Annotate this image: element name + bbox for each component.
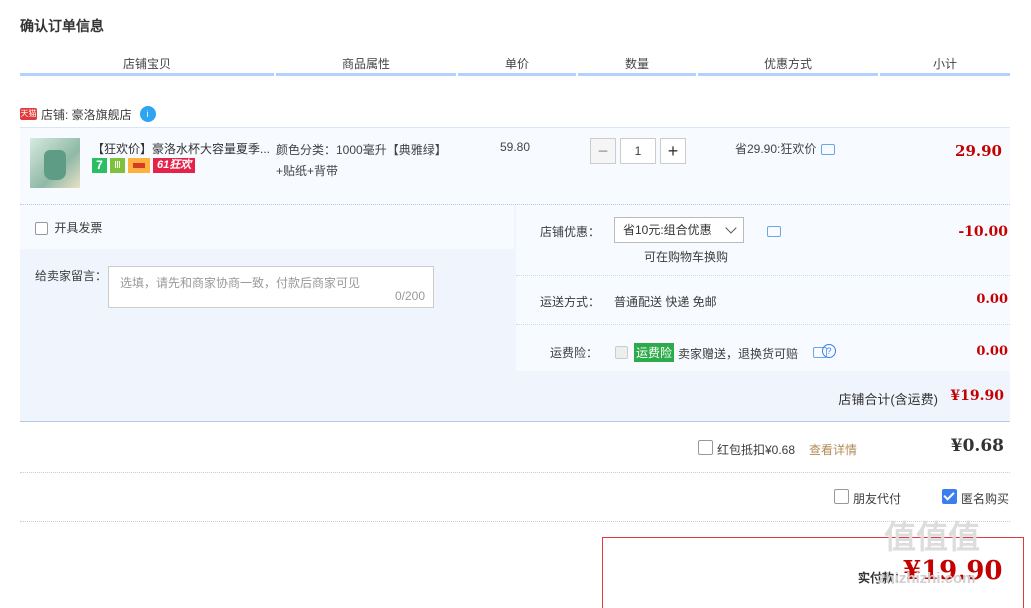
col-qty: 数量 — [578, 55, 696, 76]
redpacket-label: 红包抵扣¥0.68 — [717, 443, 796, 457]
tmall-icon: 天猫 — [20, 108, 37, 120]
page-title: 确认订单信息 — [20, 18, 104, 34]
message-icon[interactable] — [821, 144, 836, 156]
invoice-option[interactable]: 开具发票 — [35, 219, 102, 236]
service-badges: 7 Ⅲ 61狂欢 — [92, 158, 196, 173]
discount-select[interactable]: 省10元:组合优惠 — [614, 217, 744, 243]
redpacket-checkbox[interactable] — [698, 440, 713, 455]
insurance-row: 运费险： 运费险 卖家赠送，退换货可赔 ? 0.00 — [516, 325, 1010, 371]
table-header: 店铺宝贝 商品属性 单价 数量 优惠方式 小计 — [20, 55, 1010, 76]
redpacket-detail-link[interactable]: 查看详情 — [809, 441, 857, 458]
chevron-down-icon — [725, 222, 737, 234]
shipping-value: 普通配送 快递 免邮 — [614, 295, 717, 309]
col-item: 店铺宝贝 — [20, 55, 274, 76]
message-textarea[interactable]: 选填，请先和商家协商一致，付款后商家可见 0/200 — [108, 266, 434, 308]
shipping-row: 运送方式： 普通配送 快递 免邮 0.00 — [516, 276, 1010, 325]
discount-label: 店铺优惠： — [540, 225, 601, 239]
insurance-checkbox[interactable] — [615, 346, 628, 359]
message-counter: 0/200 — [394, 289, 425, 303]
right-pane: 店铺优惠： 省10元:组合优惠 可在购物车换购 -10.00 运送方式： 普通配… — [516, 205, 1010, 371]
friend-pay-label: 朋友代付 — [853, 492, 902, 506]
col-price: 单价 — [458, 55, 576, 76]
discount-hint: 可在购物车换购 — [644, 250, 729, 264]
promo-61-badge[interactable]: 61狂欢 — [153, 158, 196, 173]
help-icon[interactable]: ? — [822, 344, 836, 358]
discount-selected: 省10元:组合优惠 — [623, 223, 712, 237]
shop-name[interactable]: 店铺: 豪洛旗舰店 — [41, 106, 132, 123]
invoice-label: 开具发票 — [54, 221, 103, 235]
prop-line-2: +贴纸+背带 — [276, 164, 339, 178]
product-props: 颜色分类：1000毫升【典雅绿】 +贴纸+背带 — [276, 140, 461, 182]
promo-method: 省29.90:狂欢价 — [735, 140, 836, 157]
guarantee-icon[interactable]: Ⅲ — [110, 158, 125, 173]
insurance-text: 卖家赠送，退换货可赔 — [678, 347, 799, 361]
product-name[interactable]: 【狂欢价】豪洛水杯大容量夏季... — [92, 140, 272, 157]
order-options-panel: 开具发票 给卖家留言： 选填，请先和商家协商一致，付款后商家可见 0/200 店… — [20, 205, 1010, 371]
watermark-url: zhizhizhi.com — [878, 570, 976, 587]
col-promo: 优惠方式 — [698, 55, 878, 76]
pay-options-row: 朋友代付 匿名购买 — [20, 473, 1010, 522]
shop-total-row: 店铺合计(含运费) ¥19.90 — [20, 371, 1010, 422]
watermark-logo: 值值值 — [884, 519, 981, 555]
qty-input[interactable]: 1 — [620, 138, 656, 164]
anonymous-label: 匿名购买 — [961, 492, 1010, 506]
item-subtotal: 29.90 — [955, 142, 1002, 160]
order-item-row: 【狂欢价】豪洛水杯大容量夏季... 7 Ⅲ 61狂欢 颜色分类：1000毫升【典… — [20, 127, 1010, 205]
qty-minus-button[interactable]: − — [590, 138, 616, 164]
insurance-amount: 0.00 — [976, 344, 1008, 359]
discount-value: -10.00 — [958, 224, 1008, 240]
shipping-amount: 0.00 — [976, 292, 1008, 307]
discount-row: 店铺优惠： 省10元:组合优惠 可在购物车换购 -10.00 — [516, 205, 1010, 276]
product-thumbnail[interactable] — [30, 138, 80, 188]
insurance-tag: 运费险 — [634, 343, 675, 362]
col-props: 商品属性 — [276, 55, 456, 76]
credit-card-icon[interactable] — [128, 158, 150, 173]
prop-line-1: 颜色分类：1000毫升【典雅绿】 — [276, 143, 447, 157]
shop-header: 天猫 店铺: 豪洛旗舰店 i — [20, 104, 156, 124]
promo-text: 省29.90:狂欢价 — [735, 142, 817, 156]
shop-total-label: 店铺合计(含运费) — [838, 392, 938, 407]
col-subtotal: 小计 — [880, 55, 1010, 76]
message-label: 给卖家留言： — [35, 269, 108, 283]
friend-pay-checkbox[interactable] — [834, 489, 849, 504]
insurance-label: 运费险： — [550, 346, 599, 360]
message-icon[interactable] — [767, 226, 781, 237]
invoice-checkbox[interactable] — [35, 222, 48, 236]
unit-price: 59.80 — [500, 140, 531, 154]
redpacket-value: ¥0.68 — [950, 436, 1004, 456]
quantity-stepper: − 1 + — [590, 138, 686, 164]
redpacket-row: 红包抵扣¥0.68 查看详情 ¥0.68 — [20, 422, 1010, 473]
qty-plus-button[interactable]: + — [660, 138, 686, 164]
seven-day-return-icon[interactable]: 7 — [92, 158, 107, 173]
left-pane: 开具发票 给卖家留言： 选填，请先和商家协商一致，付款后商家可见 0/200 — [20, 205, 514, 371]
shop-total-value: ¥19.90 — [950, 388, 1004, 404]
shipping-label: 运送方式： — [540, 295, 601, 309]
wangwang-chat-icon[interactable]: i — [139, 106, 156, 122]
anonymous-checkbox[interactable] — [942, 489, 957, 504]
message-placeholder: 选填，请先和商家协商一致，付款后商家可见 — [120, 276, 361, 290]
